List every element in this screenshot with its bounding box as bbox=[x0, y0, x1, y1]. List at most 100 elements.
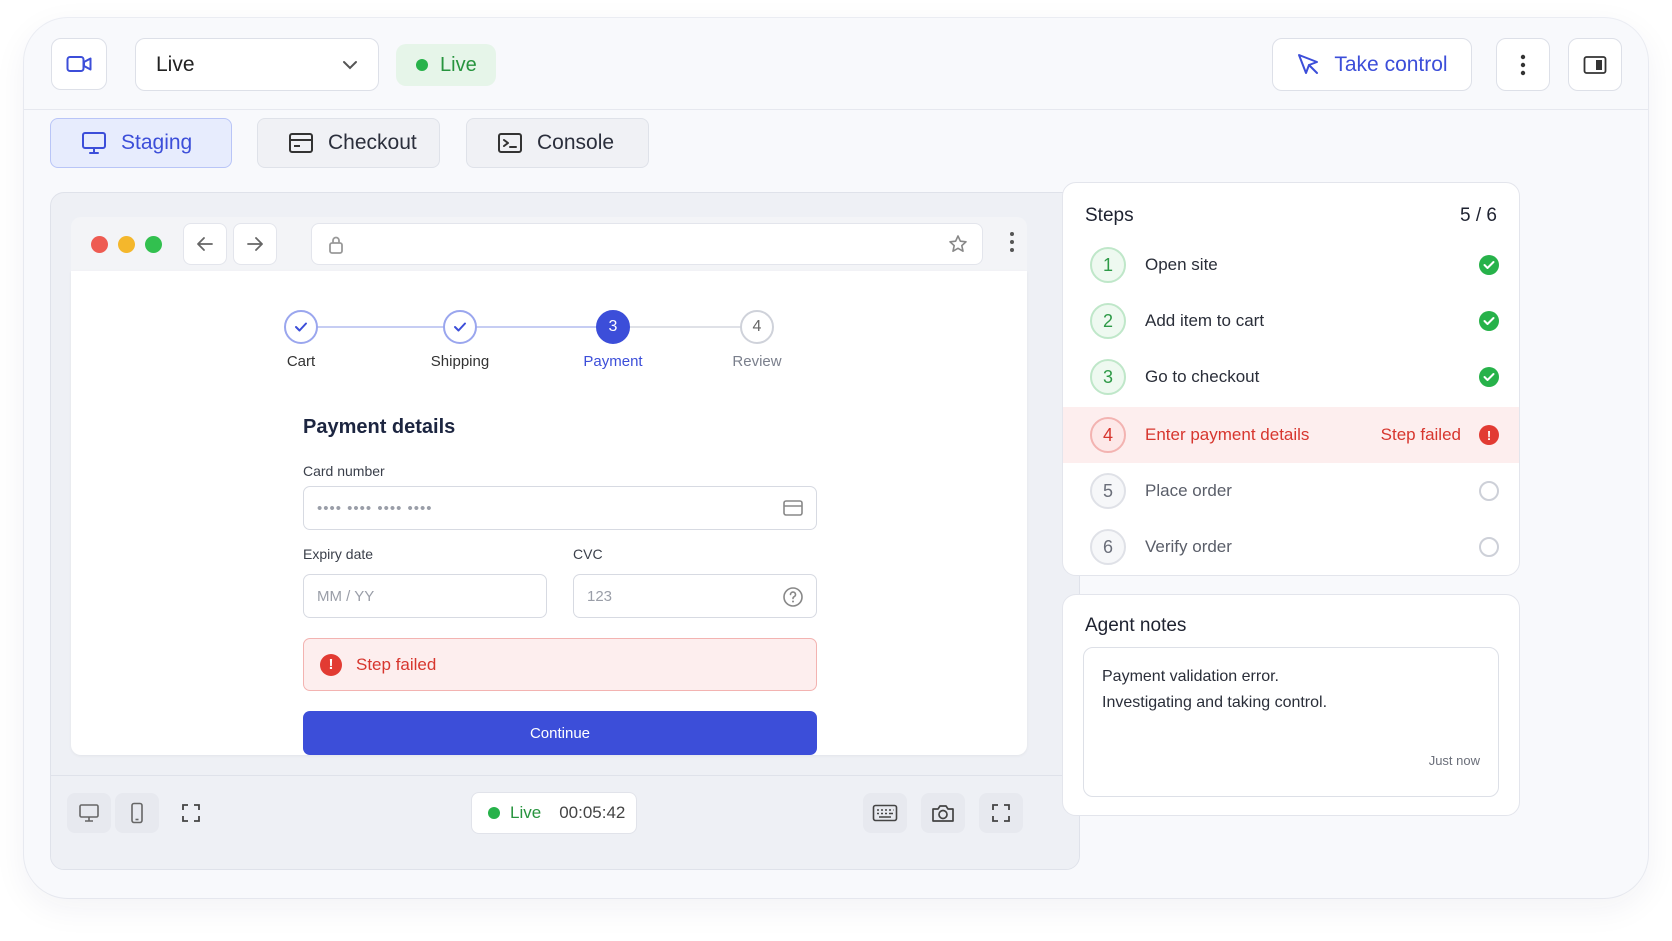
cvc-label: CVC bbox=[573, 546, 603, 562]
browser-viewer: Cart Shipping 3 Payment 4 Review Payment… bbox=[50, 192, 1080, 870]
steps-title: Steps bbox=[1085, 205, 1134, 226]
environment-value: Live bbox=[156, 52, 195, 76]
more-options-button[interactable] bbox=[1496, 38, 1550, 91]
forward-button[interactable] bbox=[233, 223, 277, 265]
live-status-label: Live bbox=[440, 53, 477, 76]
live-status-badge: Live bbox=[396, 44, 496, 86]
maximize-window-dot[interactable] bbox=[145, 236, 162, 253]
address-bar[interactable] bbox=[311, 223, 983, 265]
note-line: Payment validation error. bbox=[1102, 668, 1279, 685]
browser-menu-icon[interactable] bbox=[1009, 231, 1015, 253]
back-button[interactable] bbox=[183, 223, 227, 265]
screenshot-button[interactable] bbox=[921, 793, 965, 833]
step-label: Place order bbox=[1145, 481, 1232, 500]
card-number-label: Card number bbox=[303, 463, 385, 479]
toggle-panel-button[interactable] bbox=[1568, 38, 1622, 91]
step-number: 6 bbox=[1090, 529, 1126, 565]
step-label: Add item to cart bbox=[1145, 311, 1265, 330]
vertical-dots-icon bbox=[1520, 54, 1526, 75]
card-number-placeholder: •••• •••• •••• •••• bbox=[317, 499, 433, 517]
monitor-icon bbox=[82, 132, 106, 154]
close-window-dot[interactable] bbox=[91, 236, 108, 253]
step-failed-text: Step failed bbox=[1380, 425, 1461, 444]
step-row[interactable]: 1 Open site bbox=[1063, 237, 1519, 293]
stepper-check-icon bbox=[443, 310, 477, 344]
step-row[interactable]: 3 Go to checkout bbox=[1063, 349, 1519, 405]
tab-checkout[interactable]: Checkout bbox=[257, 118, 440, 168]
panel-icon bbox=[1583, 55, 1607, 74]
app-window: Live Live Take control Staging Checkout … bbox=[24, 18, 1648, 898]
check-circle-icon bbox=[1479, 311, 1499, 331]
stepper-label-payment: Payment bbox=[583, 353, 643, 370]
tab-staging[interactable]: Staging bbox=[50, 118, 232, 168]
steps-panel: Steps 5 / 6 1 Open site 2 Add item to ca… bbox=[1062, 182, 1520, 576]
take-control-label: Take control bbox=[1334, 52, 1448, 76]
tab-staging-label: Staging bbox=[121, 131, 193, 154]
browser-chrome bbox=[71, 217, 1027, 271]
agent-notes-title: Agent notes bbox=[1085, 615, 1187, 636]
tab-console-label: Console bbox=[537, 131, 615, 154]
cvc-field[interactable]: 123 bbox=[573, 574, 817, 618]
step-row[interactable]: 5 Place order bbox=[1063, 463, 1519, 519]
step-number: 4 bbox=[1090, 417, 1126, 453]
stepper-label-shipping: Shipping bbox=[430, 353, 490, 370]
desktop-icon bbox=[79, 804, 99, 822]
help-circle-icon[interactable] bbox=[782, 586, 804, 608]
tab-checkout-label: Checkout bbox=[328, 131, 417, 154]
expiry-date-field[interactable]: MM / YY bbox=[303, 574, 547, 618]
arrow-right-icon bbox=[247, 237, 263, 251]
credit-card-icon bbox=[783, 500, 803, 516]
payment-details-title: Payment details bbox=[303, 416, 456, 438]
checkout-stepper: Cart Shipping 3 Payment 4 Review bbox=[71, 271, 1027, 381]
fullscreen-button[interactable] bbox=[979, 793, 1023, 833]
alert-circle-icon: ! bbox=[1479, 425, 1499, 445]
fullscreen-icon bbox=[992, 804, 1010, 822]
step-row[interactable]: 6 Verify order bbox=[1063, 519, 1519, 575]
step-number: 2 bbox=[1090, 303, 1126, 339]
live-dot-icon bbox=[416, 59, 428, 71]
expiry-placeholder: MM / YY bbox=[317, 587, 375, 605]
stepper-check-icon bbox=[284, 310, 318, 344]
expiry-date-label: Expiry date bbox=[303, 546, 374, 562]
desktop-view-button[interactable] bbox=[67, 793, 111, 833]
step-row-failed[interactable]: 4 Enter payment details Step failed ! bbox=[1063, 407, 1519, 463]
environment-select[interactable]: Live bbox=[135, 38, 379, 91]
stepper-step-payment: 3 bbox=[596, 310, 630, 344]
take-control-button[interactable]: Take control bbox=[1272, 38, 1472, 91]
step-label: Verify order bbox=[1145, 537, 1232, 556]
steps-count: 5 / 6 bbox=[1460, 205, 1497, 226]
minimize-window-dot[interactable] bbox=[118, 236, 135, 253]
top-bar: Live Live Take control bbox=[24, 18, 1648, 110]
error-alert: ! Step failed bbox=[303, 638, 817, 691]
star-icon[interactable] bbox=[948, 234, 968, 254]
lock-icon bbox=[329, 236, 343, 254]
checkout-page: Cart Shipping 3 Payment 4 Review Payment… bbox=[71, 271, 1027, 755]
fit-screen-button[interactable] bbox=[169, 793, 213, 833]
step-number: 3 bbox=[1090, 359, 1126, 395]
card-icon bbox=[289, 133, 313, 153]
mobile-view-button[interactable] bbox=[115, 793, 159, 833]
camera-button[interactable] bbox=[51, 38, 107, 90]
live-timer: Live 00:05:42 bbox=[471, 792, 637, 834]
viewer-toolbar: Live 00:05:42 bbox=[51, 775, 1079, 869]
stepper-step-review: 4 bbox=[740, 310, 774, 344]
step-label: Open site bbox=[1145, 255, 1218, 274]
check-circle-icon bbox=[1479, 255, 1499, 275]
tab-console[interactable]: Console bbox=[466, 118, 649, 168]
terminal-icon bbox=[498, 133, 522, 153]
keyboard-button[interactable] bbox=[863, 793, 907, 833]
step-number: 5 bbox=[1090, 473, 1126, 509]
live-dot-icon bbox=[488, 807, 500, 819]
stepper-connector bbox=[629, 326, 757, 328]
error-message: Step failed bbox=[356, 654, 437, 674]
empty-circle-icon bbox=[1479, 481, 1499, 501]
continue-button[interactable]: Continue bbox=[303, 711, 817, 755]
step-row[interactable]: 2 Add item to cart bbox=[1063, 293, 1519, 349]
card-number-field[interactable]: •••• •••• •••• •••• bbox=[303, 486, 817, 530]
stepper-label-review: Review bbox=[732, 353, 782, 370]
check-circle-icon bbox=[1479, 367, 1499, 387]
cvc-placeholder: 123 bbox=[587, 587, 613, 605]
note-timestamp: Just now bbox=[1428, 753, 1480, 768]
stepper-label-cart: Cart bbox=[286, 353, 316, 370]
camera-icon bbox=[932, 805, 954, 822]
